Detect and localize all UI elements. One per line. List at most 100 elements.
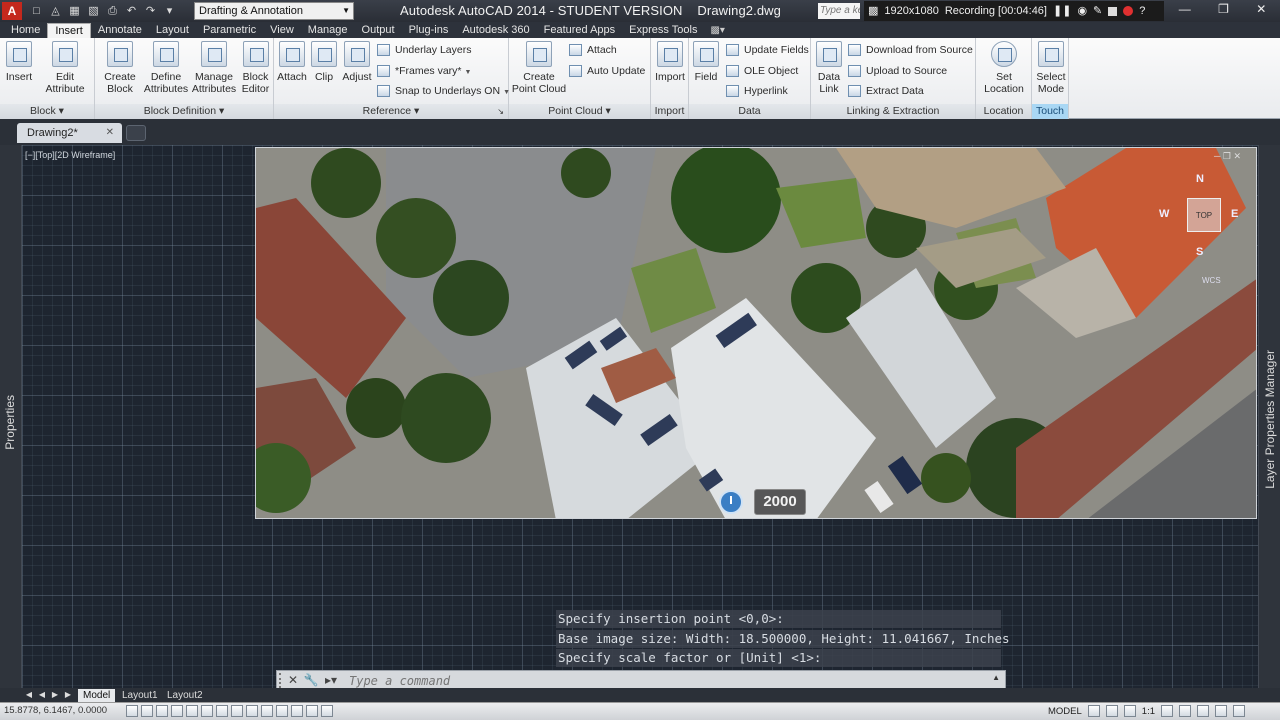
close-icon[interactable]: ✕ [285,672,301,689]
workspace-dropdown[interactable]: Drafting & Annotation ▼ [194,2,354,20]
workspace-switching-icon[interactable] [1179,705,1192,717]
hyperlink-button[interactable]: Hyperlink [724,82,788,100]
lineweight-icon[interactable] [276,705,288,717]
save-icon[interactable]: ▦ [66,3,83,19]
coordinate-readout[interactable]: 15.8778, 6.1467, 0.0000 [4,705,107,716]
selection-cycling-icon[interactable] [321,705,333,717]
plot-icon[interactable]: ⎙ [104,3,121,19]
isolate-objects-icon[interactable] [1215,705,1228,717]
ortho-mode-icon[interactable] [171,705,183,717]
help-icon[interactable]: ? [1139,1,1145,21]
compass-south[interactable]: S [1196,246,1203,258]
tab-featured-apps[interactable]: Featured Apps [537,23,623,38]
ribbon-minimize-icon[interactable]: ▩▾ [710,23,724,38]
properties-palette[interactable]: Properties [0,145,22,688]
tab-layout2[interactable]: Layout2 [162,689,208,702]
viewport-controls-label[interactable]: [−][Top][2D Wireframe] [25,150,115,160]
extract-data-button[interactable]: Extract Data [846,82,924,100]
quick-view-drawings-icon[interactable] [1105,705,1118,717]
next-tab-icon[interactable]: ▶ [50,689,60,701]
aerial-image[interactable]: 2000 N W E S TOP WCS ─ ❐ ✕ [255,147,1257,519]
object-snap-icon[interactable] [201,705,213,717]
restore-icon[interactable]: ❐ [1223,151,1231,161]
polar-tracking-icon[interactable] [186,705,198,717]
monitor-icon[interactable]: ▩ [868,1,878,21]
point-cloud-attach-button[interactable]: Attach [567,41,617,59]
compass-west[interactable]: W [1159,208,1169,220]
tab-layout[interactable]: Layout [149,23,196,38]
tab-autodesk-360[interactable]: Autodesk 360 [455,23,536,38]
command-input[interactable] [349,672,989,689]
close-icon[interactable]: ✕ [1234,151,1242,161]
minimize-icon[interactable]: — [1179,2,1191,20]
new-file-icon[interactable]: □ [28,3,45,19]
annotation-visibility-icon[interactable] [1161,705,1174,717]
dynamic-input-icon[interactable] [261,705,273,717]
edit-attribute-button[interactable]: Edit Attribute [40,41,90,95]
application-menu-button[interactable]: A [2,2,22,20]
attach-button[interactable]: Attach [276,41,308,83]
tab-model[interactable]: Model [78,689,116,702]
command-prompt-icon[interactable]: ▸▾ [323,672,339,689]
snap-mode-icon[interactable] [141,705,153,717]
panel-title-point-cloud[interactable]: Point Cloud ▾ [509,104,650,119]
tab-view[interactable]: View [263,23,301,38]
object-snap-tracking-icon[interactable] [231,705,243,717]
create-block-button[interactable]: Create Block [101,41,139,95]
minimize-icon[interactable]: ─ [1214,151,1220,161]
customize-qat-icon[interactable]: ▾ [161,3,178,19]
dialog-launcher-icon[interactable]: ↘ [497,104,504,119]
open-file-icon[interactable]: ◬ [47,3,64,19]
tab-output[interactable]: Output [355,23,402,38]
set-location-button[interactable]: Set Location [980,41,1028,95]
clock-icon[interactable] [719,490,743,514]
ole-object-button[interactable]: OLE Object [724,62,798,80]
data-link-button[interactable]: Data Link [814,41,844,95]
auto-update-button[interactable]: Auto Update [567,62,645,80]
tab-plug-ins[interactable]: Plug-ins [402,23,456,38]
infer-constraints-icon[interactable] [126,705,138,717]
select-mode-button[interactable]: Select Mode [1034,41,1068,95]
search-input[interactable]: Type a keyword [818,3,860,19]
manage-attributes-button[interactable]: Manage Attributes [191,41,237,95]
undo-icon[interactable]: ↶ [123,3,140,19]
snap-underlays-dropdown[interactable]: Snap to Underlays ON ▼ [375,82,510,100]
panel-title-block-definition[interactable]: Block Definition ▾ [95,104,273,119]
insert-button[interactable]: Insert [4,41,34,83]
lock-icon[interactable] [1197,705,1210,717]
update-fields-button[interactable]: Update Fields [724,41,809,59]
pen-icon[interactable]: ✎ [1093,1,1102,21]
wcs-menu[interactable]: WCS [1202,276,1221,285]
field-button[interactable]: Field [691,41,721,83]
camera-icon[interactable]: ◉ [1077,1,1087,21]
new-tab-button[interactable] [126,125,146,141]
previous-tab-icon[interactable]: ◀ [37,689,47,701]
underlay-layers-button[interactable]: Underlay Layers [375,41,471,59]
tab-home[interactable]: Home [4,23,47,38]
annotation-scale-icon[interactable] [1123,705,1136,717]
tab-layout1[interactable]: Layout1 [117,689,163,702]
pause-icon[interactable]: ❚❚ [1053,1,1071,21]
model-space-button[interactable]: MODEL [1048,706,1082,717]
frames-vary-dropdown[interactable]: *Frames vary* ▼ [375,62,471,80]
upload-to-source-button[interactable]: Upload to Source [846,62,947,80]
dynamic-ucs-icon[interactable] [246,705,258,717]
close-icon[interactable]: ✕ [106,123,114,143]
transparency-icon[interactable] [291,705,303,717]
quick-properties-icon[interactable] [306,705,318,717]
chevron-up-icon[interactable]: ▲ [992,673,1000,682]
define-attributes-button[interactable]: Define Attributes [143,41,189,95]
layer-properties-palette[interactable]: Layer Properties Manager [1258,145,1280,688]
close-icon[interactable]: ✕ [1256,2,1266,20]
clip-button[interactable]: Clip [310,41,338,83]
clean-screen-icon[interactable] [1233,705,1246,717]
adjust-button[interactable]: Adjust [340,41,374,83]
tab-manage[interactable]: Manage [301,23,355,38]
last-tab-icon[interactable]: ▶ [63,689,73,701]
download-from-source-button[interactable]: Download from Source [846,41,973,59]
panel-title-reference[interactable]: Reference ▾ ↘ [274,104,508,119]
compass-east[interactable]: E [1231,208,1238,220]
save-as-icon[interactable]: ▧ [85,3,102,19]
stop-icon[interactable] [1108,6,1118,16]
annotation-scale[interactable]: 1:1 [1142,706,1155,717]
